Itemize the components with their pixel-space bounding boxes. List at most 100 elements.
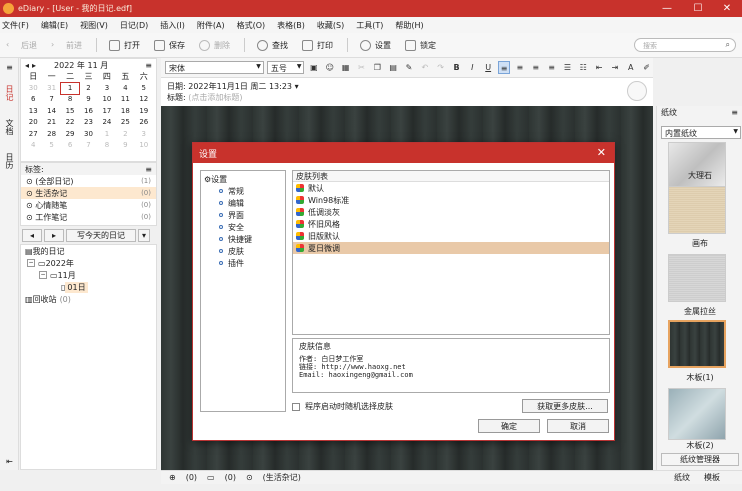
calendar-day[interactable]: 27 (24, 129, 42, 141)
calendar-day[interactable]: 25 (116, 117, 134, 129)
calendar-day[interactable]: 7 (79, 140, 97, 152)
tree-root[interactable]: ▤ 我的日记 (21, 245, 156, 257)
calendar-day[interactable]: 9 (116, 140, 134, 152)
redo-icon[interactable]: ↷ (434, 61, 447, 74)
calendar-day[interactable]: 21 (42, 117, 60, 129)
cut-icon[interactable]: ✂ (355, 61, 368, 74)
next-month-icon[interactable]: ▸ (32, 61, 36, 70)
calendar-day[interactable]: 3 (135, 129, 153, 141)
tab-diary[interactable]: 日记 (0, 85, 19, 101)
calendar-day[interactable]: 8 (61, 94, 79, 106)
calendar-day[interactable]: 9 (79, 94, 97, 106)
calendar-day[interactable]: 30 (24, 83, 42, 95)
menu-favorites[interactable]: 收藏(S) (317, 20, 344, 31)
calendar-day[interactable]: 16 (79, 106, 97, 118)
nav-root[interactable]: ⚙ 设置 (201, 173, 285, 185)
menu-tools[interactable]: 工具(T) (356, 20, 383, 31)
menu-attachment[interactable]: 附件(A) (197, 20, 225, 31)
panel-menu-icon[interactable]: ≡ (731, 108, 738, 117)
texture-thumb[interactable] (668, 142, 726, 190)
next-day-icon[interactable]: ▸ (44, 228, 64, 242)
calendar-day[interactable]: 24 (98, 117, 116, 129)
nav-plugins[interactable]: 插件 (201, 257, 285, 269)
texture-thumb[interactable] (668, 254, 726, 302)
skin-item[interactable]: 旧版默认 (293, 230, 609, 242)
chevron-down-icon[interactable]: ▾ (295, 82, 299, 91)
list-icon[interactable]: ☰ (561, 61, 574, 74)
menu-insert[interactable]: 插入(I) (160, 20, 185, 31)
nav-edit[interactable]: 编辑 (201, 197, 285, 209)
weather-icon[interactable] (627, 81, 647, 101)
calendar-day[interactable]: 4 (116, 83, 134, 95)
texture-manager-button[interactable]: 纸纹管理器 (661, 453, 739, 466)
open-button[interactable]: 打开 (109, 39, 140, 51)
close-button[interactable]: ✕ (714, 0, 740, 17)
texture-select[interactable]: 内置纸纹 ▼ (661, 126, 741, 139)
random-skin-checkbox[interactable]: 程序启动时随机选择皮肤 (292, 401, 393, 412)
collapse-box-icon[interactable]: − (27, 259, 35, 267)
tag-item[interactable]: ⊙ 心情随笔 (0) (21, 199, 156, 211)
calendar-day[interactable]: 5 (42, 140, 60, 152)
more-skins-button[interactable]: 获取更多皮肤... (522, 399, 608, 413)
align-right-icon[interactable]: ≡ (529, 61, 542, 74)
nav-shortcuts[interactable]: 快捷键 (201, 233, 285, 245)
calendar-day[interactable]: 12 (135, 94, 153, 106)
tag-item[interactable]: ⊙ 生活杂记 (0) (21, 187, 156, 199)
prev-day-icon[interactable]: ◂ (22, 228, 42, 242)
lock-button[interactable]: 锁定 (405, 39, 436, 51)
skin-item-selected[interactable]: 夏日微调 (293, 242, 609, 254)
calendar-day[interactable]: 6 (24, 94, 42, 106)
calendar-day[interactable]: 5 (135, 83, 153, 95)
menu-view[interactable]: 视图(V) (80, 20, 108, 31)
delete-button[interactable]: 删除 (199, 39, 230, 51)
maximize-button[interactable]: ☐ (685, 0, 711, 17)
texture-thumb-selected[interactable] (668, 320, 726, 368)
calendar-day[interactable]: 18 (116, 106, 134, 118)
menu-diary[interactable]: 日记(D) (120, 20, 148, 31)
calendar-day[interactable]: 10 (98, 94, 116, 106)
nav-security[interactable]: 安全 (201, 221, 285, 233)
nav-skin[interactable]: 皮肤 (201, 245, 285, 257)
align-center-icon[interactable]: ≡ (513, 61, 526, 74)
texture-thumb[interactable] (668, 388, 726, 440)
write-today-button[interactable]: 写今天的日记 (66, 228, 136, 242)
calendar-day[interactable]: 17 (98, 106, 116, 118)
calendar-day[interactable]: 28 (42, 129, 60, 141)
undo-icon[interactable]: ↶ (418, 61, 431, 74)
image-icon[interactable]: ▣ (307, 61, 320, 74)
tag-item[interactable]: ⊙ (全部日记) (1) (21, 175, 156, 187)
print-button[interactable]: 打印 (302, 39, 333, 51)
calendar-day[interactable]: 22 (61, 117, 79, 129)
bold-icon[interactable]: B (450, 61, 463, 74)
skin-item[interactable]: 低调淡灰 (293, 206, 609, 218)
calendar-day[interactable]: 29 (61, 129, 79, 141)
calendar-day[interactable]: 11 (116, 94, 134, 106)
menu-format[interactable]: 格式(O) (237, 20, 266, 31)
calendar-day[interactable]: 13 (24, 106, 42, 118)
font-select[interactable]: 宋体 ▼ (165, 61, 264, 74)
calendar-day[interactable]: 20 (24, 117, 42, 129)
tree-trash[interactable]: ▥ 回收站 (0) (21, 293, 156, 305)
comment-icon[interactable]: ▭ (207, 473, 215, 482)
calendar-day[interactable]: 19 (135, 106, 153, 118)
forward-button[interactable]: › 前进 (51, 40, 82, 51)
align-left-icon[interactable]: ≡ (497, 61, 511, 74)
menu-file[interactable]: 文件(F) (2, 20, 29, 31)
italic-icon[interactable]: I (466, 61, 479, 74)
tree-month[interactable]: − ▭ 11月 (21, 269, 156, 281)
font-size-select[interactable]: 五号 ▼ (266, 61, 305, 74)
font-color-icon[interactable]: A (624, 61, 637, 74)
highlight-icon[interactable]: ✐ (640, 61, 653, 74)
indent-icon[interactable]: ⇥ (609, 61, 622, 74)
calendar-day[interactable]: 4 (24, 140, 42, 152)
tab-paper[interactable]: 纸纹 (674, 472, 690, 483)
outdent-icon[interactable]: ⇤ (593, 61, 606, 74)
dropdown-icon[interactable]: ▾ (138, 228, 150, 242)
calendar-day[interactable]: 31 (42, 83, 60, 95)
title-input[interactable]: (点击添加标题) (188, 93, 242, 102)
calendar-day[interactable]: 3 (98, 83, 116, 95)
nav-general[interactable]: 常规 (201, 185, 285, 197)
skin-item[interactable]: 怀旧风格 (293, 218, 609, 230)
menu-help[interactable]: 帮助(H) (395, 20, 423, 31)
calendar-day[interactable]: 2 (116, 129, 134, 141)
